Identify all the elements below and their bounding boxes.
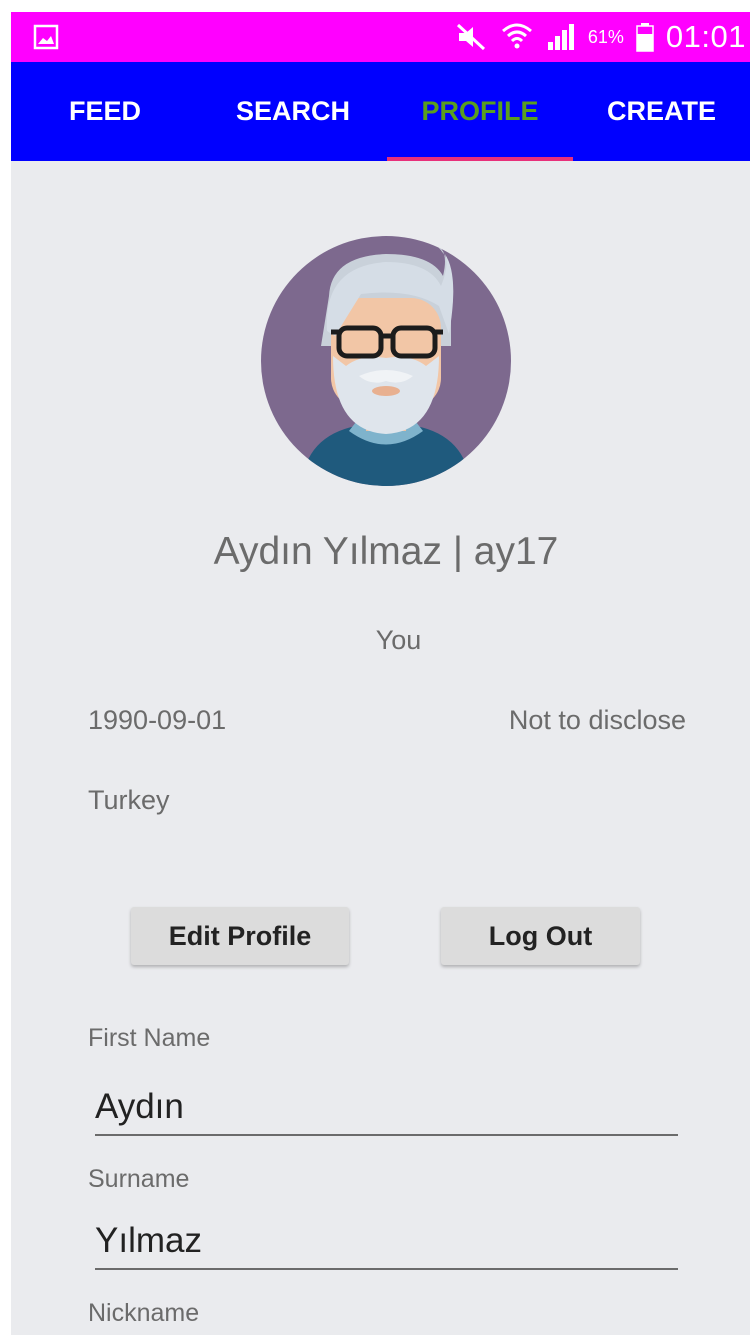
tab-bar: FEED SEARCH PROFILE CREATE [11, 62, 750, 161]
nickname-label: Nickname [88, 1299, 200, 1327]
profile-gender: Not to disclose [508, 705, 686, 735]
tab-feed[interactable]: FEED [11, 62, 199, 161]
signal-icon [547, 24, 574, 50]
first-name-label: First Name [88, 1024, 211, 1052]
clock: 01:01 [665, 19, 746, 54]
edit-profile-button[interactable]: Edit Profile [131, 907, 349, 965]
status-bar: 61% 01:01 [11, 12, 750, 62]
active-tab-indicator [387, 157, 573, 161]
wifi-icon [501, 23, 532, 49]
tab-create[interactable]: CREATE [573, 62, 750, 161]
tab-search[interactable]: SEARCH [199, 62, 387, 161]
log-out-button[interactable]: Log Out [441, 907, 640, 965]
mute-icon [456, 23, 485, 51]
surname-label: Surname [88, 1165, 190, 1193]
profile-country: Turkey [88, 785, 170, 815]
profile-display-name: Aydın Yılmaz | ay17 [213, 530, 559, 573]
profile-avatar [261, 236, 511, 486]
battery-icon [636, 23, 654, 52]
image-icon [33, 24, 59, 50]
surname-field[interactable] [95, 1214, 678, 1270]
battery-percent: 61% [587, 26, 624, 47]
tab-profile[interactable]: PROFILE [387, 62, 573, 161]
app-screen: 61% 01:01 FEED SEARCH PROFILE CREATE Ayd… [11, 12, 750, 1335]
profile-relation: You [375, 625, 422, 655]
profile-birth-date: 1990-09-01 [88, 705, 227, 735]
first-name-field[interactable] [95, 1080, 678, 1136]
